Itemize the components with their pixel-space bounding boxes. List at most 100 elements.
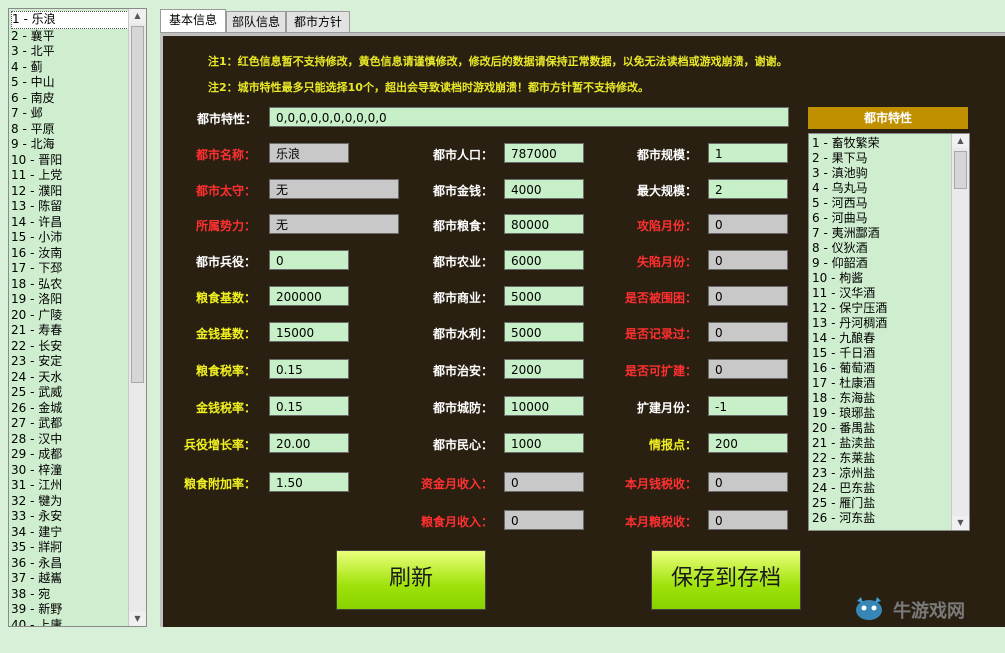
feature-list-item[interactable]: 7 - 夷洲酃酒 [809, 226, 951, 241]
city-list-item[interactable]: 1 - 乐浪 [11, 11, 129, 29]
city-list-item[interactable]: 35 - 牂牁 [11, 540, 129, 556]
col2-field[interactable]: 1000 [504, 433, 584, 453]
city-list-item[interactable]: 18 - 弘农 [11, 277, 129, 293]
scroll-down-arrow-icon[interactable]: ▼ [129, 612, 146, 626]
city-list-item[interactable]: 3 - 北平 [11, 44, 129, 60]
city-list-item[interactable]: 37 - 越巂 [11, 571, 129, 587]
feature-list-item[interactable]: 2 - 果下马 [809, 151, 951, 166]
feature-list-item[interactable]: 26 - 河东盐 [809, 511, 951, 526]
feature-list-item[interactable]: 9 - 仰韶酒 [809, 256, 951, 271]
feature-list-item[interactable]: 1 - 畜牧繁荣 [809, 136, 951, 151]
city-list-item[interactable]: 9 - 北海 [11, 137, 129, 153]
scroll-up-arrow-icon[interactable]: ▲ [129, 9, 146, 23]
city-list-item[interactable]: 33 - 永安 [11, 509, 129, 525]
city-list-item[interactable]: 36 - 永昌 [11, 556, 129, 572]
city-list-item[interactable]: 32 - 犍为 [11, 494, 129, 510]
feature-list-item[interactable]: 5 - 河西马 [809, 196, 951, 211]
feature-list-item[interactable]: 22 - 东莱盐 [809, 451, 951, 466]
col2-field[interactable]: 80000 [504, 214, 584, 234]
feature-list-item[interactable]: 25 - 雁门盐 [809, 496, 951, 511]
city-list-item[interactable]: 6 - 南皮 [11, 91, 129, 107]
feature-list-item[interactable]: 16 - 葡萄酒 [809, 361, 951, 376]
city-list-item[interactable]: 30 - 梓潼 [11, 463, 129, 479]
city-list-item[interactable]: 31 - 江州 [11, 478, 129, 494]
city-list-item[interactable]: 22 - 长安 [11, 339, 129, 355]
city-list[interactable]: 1 - 乐浪 2 - 襄平 3 - 北平 4 - 蓟5 - 中山 6 - 南皮 7 - 邺… [8, 8, 147, 627]
col2-field[interactable]: 5000 [504, 286, 584, 306]
col1-field[interactable]: 1.50 [269, 472, 349, 492]
feature-list-item[interactable]: 21 - 盐渎盐 [809, 436, 951, 451]
col1-field[interactable]: 15000 [269, 322, 349, 342]
city-list-item[interactable]: 25 - 武威 [11, 385, 129, 401]
feature-list-item[interactable]: 23 - 凉州盐 [809, 466, 951, 481]
feature-list-item[interactable]: 11 - 汉华酒 [809, 286, 951, 301]
col2-field[interactable]: 5000 [504, 322, 584, 342]
feature-list-item[interactable]: 18 - 东海盐 [809, 391, 951, 406]
feature-list-item[interactable]: 17 - 杜康酒 [809, 376, 951, 391]
col1-field[interactable]: 0 [269, 250, 349, 270]
col1-field[interactable]: 0.15 [269, 396, 349, 416]
city-list-item[interactable]: 40 - 上庸 [11, 618, 129, 627]
city-list-item[interactable]: 4 - 蓟 [11, 60, 129, 76]
col2-field[interactable]: 2000 [504, 359, 584, 379]
city-list-item[interactable]: 19 - 洛阳 [11, 292, 129, 308]
feature-list-item[interactable]: 14 - 九酿春 [809, 331, 951, 346]
col1-field[interactable]: 0.15 [269, 359, 349, 379]
city-list-item[interactable]: 2 - 襄平 [11, 29, 129, 45]
city-list-item[interactable]: 23 - 安定 [11, 354, 129, 370]
feature-list-item[interactable]: 12 - 保宁压酒 [809, 301, 951, 316]
city-list-item[interactable]: 8 - 平原 [11, 122, 129, 138]
city-list-item[interactable]: 39 - 新野 [11, 602, 129, 618]
col2-field[interactable]: 10000 [504, 396, 584, 416]
city-list-item[interactable]: 20 - 广陵 [11, 308, 129, 324]
tab-basic-info[interactable]: 基本信息 [160, 9, 226, 32]
city-list-item[interactable]: 34 - 建宁 [11, 525, 129, 541]
save-to-archive-button[interactable]: 保存到存档 [651, 550, 801, 610]
city-list-item[interactable]: 12 - 濮阳 [11, 184, 129, 200]
city-list-item[interactable]: 15 - 小沛 [11, 230, 129, 246]
col3-field[interactable]: 200 [708, 433, 788, 453]
city-list-item[interactable]: 17 - 下邳 [11, 261, 129, 277]
feature-list-scrollbar[interactable]: ▲ ▼ [951, 134, 969, 530]
scrollbar-thumb[interactable] [954, 151, 967, 189]
feature-list-item[interactable]: 13 - 丹河稠酒 [809, 316, 951, 331]
feature-list-item[interactable]: 8 - 仪狄酒 [809, 241, 951, 256]
col2-field[interactable]: 787000 [504, 143, 584, 163]
tab-city-policy[interactable]: 都市方针 [286, 11, 350, 32]
feature-list-item[interactable]: 15 - 千日酒 [809, 346, 951, 361]
city-list-item[interactable]: 24 - 天水 [11, 370, 129, 386]
feature-list-item[interactable]: 10 - 枸酱 [809, 271, 951, 286]
feature-list[interactable]: 1 - 畜牧繁荣 2 - 果下马 3 - 滇池驹 4 - 乌丸马 5 - 河西马 6 - … [808, 133, 970, 531]
city-list-item[interactable]: 7 - 邺 [11, 106, 129, 122]
city-list-item[interactable]: 21 - 寿春 [11, 323, 129, 339]
city-list-item[interactable]: 13 - 陈留 [11, 199, 129, 215]
col3-field[interactable]: 2 [708, 179, 788, 199]
city-list-item[interactable]: 10 - 晋阳 [11, 153, 129, 169]
city-list-item[interactable]: 29 - 成都 [11, 447, 129, 463]
col2-field[interactable]: 4000 [504, 179, 584, 199]
feature-list-item[interactable]: 19 - 琅琊盐 [809, 406, 951, 421]
feature-list-item[interactable]: 4 - 乌丸马 [809, 181, 951, 196]
col3-field[interactable]: -1 [708, 396, 788, 416]
tab-troop-info[interactable]: 部队信息 [226, 11, 286, 32]
col2-field[interactable]: 6000 [504, 250, 584, 270]
refresh-button[interactable]: 刷新 [336, 550, 486, 610]
feature-list-item[interactable]: 20 - 番禺盐 [809, 421, 951, 436]
city-list-item[interactable]: 27 - 武都 [11, 416, 129, 432]
feature-list-item[interactable]: 3 - 滇池驹 [809, 166, 951, 181]
feature-field-input[interactable]: 0,0,0,0,0,0,0,0,0,0 [269, 107, 789, 127]
city-list-item[interactable]: 5 - 中山 [11, 75, 129, 91]
city-list-item[interactable]: 26 - 金城 [11, 401, 129, 417]
scroll-up-arrow-icon[interactable]: ▲ [952, 134, 969, 148]
scrollbar-thumb[interactable] [131, 26, 144, 383]
city-list-item[interactable]: 14 - 许昌 [11, 215, 129, 231]
feature-list-item[interactable]: 6 - 河曲马 [809, 211, 951, 226]
city-list-item[interactable]: 11 - 上党 [11, 168, 129, 184]
city-list-scrollbar[interactable]: ▲ ▼ [128, 9, 146, 626]
city-list-item[interactable]: 28 - 汉中 [11, 432, 129, 448]
scroll-down-arrow-icon[interactable]: ▼ [952, 516, 969, 530]
city-list-item[interactable]: 16 - 汝南 [11, 246, 129, 262]
col3-field[interactable]: 1 [708, 143, 788, 163]
city-list-item[interactable]: 38 - 宛 [11, 587, 129, 603]
col1-field[interactable]: 20.00 [269, 433, 349, 453]
